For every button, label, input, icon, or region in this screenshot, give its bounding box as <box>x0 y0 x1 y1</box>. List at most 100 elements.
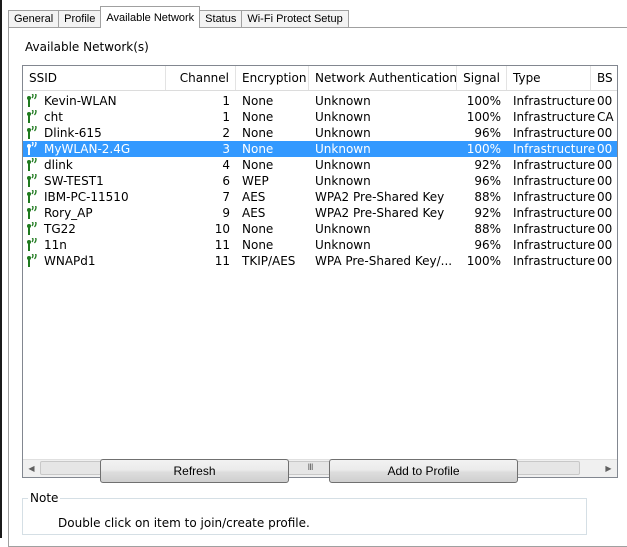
bssid-cell: 00 <box>597 94 613 108</box>
type-cell: Infrastructure <box>513 94 596 108</box>
wifi-signal-icon <box>26 236 40 252</box>
encryption-cell: TKIP/AES <box>242 254 296 268</box>
note-text: Double click on item to join/create prof… <box>58 516 310 530</box>
tab-status[interactable]: Status <box>199 10 243 28</box>
ssid-cell: Rory_AP <box>44 206 93 220</box>
note-legend: Note <box>28 491 61 505</box>
column-network-authentication[interactable]: Network Authentication <box>309 66 457 90</box>
ssid-cell: TG22 <box>44 222 76 236</box>
encryption-cell: AES <box>242 206 266 220</box>
ssid-cell: dlink <box>44 158 73 172</box>
encryption-cell: WEP <box>242 174 269 188</box>
tab-strip: General Profile Available Network Status… <box>8 6 349 28</box>
column-ssid[interactable]: SSID <box>23 66 166 90</box>
table-row[interactable]: cht 1 None Unknown 100% Infrastructure CA <box>23 108 617 125</box>
add-to-profile-button[interactable]: Add to Profile <box>329 459 518 483</box>
table-row[interactable]: TG22 10 None Unknown 88% Infrastructure 00 <box>23 220 617 237</box>
tab-panel: Available Network(s) SSID Channel Encryp… <box>8 27 627 547</box>
signal-cell: 92% <box>474 206 501 220</box>
authentication-cell: Unknown <box>315 238 371 252</box>
wifi-signal-icon <box>26 220 40 236</box>
channel-cell: 11 <box>214 254 230 268</box>
table-row[interactable]: 11n 11 None Unknown 96% Infrastructure 00 <box>23 236 617 253</box>
wifi-signal-icon <box>26 156 40 172</box>
signal-cell: 92% <box>474 158 501 172</box>
wifi-signal-icon <box>26 252 40 268</box>
bssid-cell: 00 <box>597 190 613 204</box>
bssid-cell: 00 <box>597 142 613 156</box>
signal-cell: 100% <box>466 110 501 124</box>
authentication-cell: Unknown <box>315 222 371 236</box>
type-cell: Infrastructure <box>513 174 596 188</box>
tab-profile[interactable]: Profile <box>58 10 102 28</box>
encryption-cell: AES <box>242 190 266 204</box>
bssid-cell: 00 <box>597 206 613 220</box>
encryption-cell: None <box>242 126 274 140</box>
ssid-cell: IBM-PC-11510 <box>44 190 129 204</box>
table-row[interactable]: IBM-PC-11510 7 AES WPA2 Pre-Shared Key 88% In… <box>23 188 617 205</box>
type-cell: Infrastructure <box>513 222 596 236</box>
network-list[interactable]: SSID Channel Encryption Network Authenti… <box>22 65 618 478</box>
authentication-cell: Unknown <box>315 126 371 140</box>
encryption-cell: None <box>242 110 274 124</box>
scroll-right-arrow-icon[interactable]: ▶ <box>600 460 617 477</box>
encryption-cell: None <box>242 142 274 156</box>
table-row[interactable]: MyWLAN-2.4G 3 None Unknown 100% Infrastructur… <box>23 140 617 157</box>
authentication-cell: Unknown <box>315 110 371 124</box>
encryption-cell: None <box>242 94 274 108</box>
type-cell: Infrastructure <box>513 206 596 220</box>
tab-general[interactable]: General <box>8 10 60 28</box>
signal-cell: 96% <box>474 238 501 252</box>
bssid-cell: CA <box>597 110 614 124</box>
channel-cell: 3 <box>222 142 230 156</box>
channel-cell: 10 <box>214 222 230 236</box>
type-cell: Infrastructure <box>513 126 596 140</box>
tab-wifi-protect-setup[interactable]: Wi-Fi Protect Setup <box>241 10 349 28</box>
bssid-cell: 00 <box>597 126 613 140</box>
channel-cell: 9 <box>222 206 230 220</box>
ssid-cell: cht <box>44 110 63 124</box>
wifi-signal-icon <box>26 188 40 204</box>
wifi-signal-icon <box>26 204 40 220</box>
channel-cell: 4 <box>222 158 230 172</box>
type-cell: Infrastructure <box>513 254 596 268</box>
authentication-cell: Unknown <box>315 158 371 172</box>
refresh-button[interactable]: Refresh <box>100 459 289 483</box>
signal-cell: 88% <box>474 222 501 236</box>
ssid-cell: SW-TEST1 <box>44 174 104 188</box>
authentication-cell: Unknown <box>315 174 371 188</box>
authentication-cell: WPA Pre-Shared Key/... <box>315 254 453 268</box>
ssid-cell: WNAPd1 <box>44 254 96 268</box>
table-row[interactable]: SW-TEST1 6 WEP Unknown 96% Infrastructure 00 <box>23 172 617 189</box>
column-bssid[interactable]: BS <box>591 66 617 90</box>
column-encryption[interactable]: Encryption <box>236 66 309 90</box>
ssid-cell: MyWLAN-2.4G <box>44 142 131 156</box>
type-cell: Infrastructure <box>513 110 596 124</box>
channel-cell: 1 <box>222 110 230 124</box>
bssid-cell: 00 <box>597 254 613 268</box>
column-channel[interactable]: Channel <box>166 66 236 90</box>
column-type[interactable]: Type <box>507 66 591 90</box>
bssid-cell: 00 <box>597 238 613 252</box>
table-row[interactable]: WNAPd1 11 TKIP/AES WPA Pre-Shared Key/... 10… <box>23 252 617 269</box>
wifi-signal-icon <box>26 124 40 140</box>
table-row[interactable]: Dlink-615 2 None Unknown 96% Infrastructure 00 <box>23 124 617 141</box>
wifi-signal-icon <box>26 140 40 156</box>
type-cell: Infrastructure <box>513 238 596 252</box>
tab-available-network[interactable]: Available Network <box>100 6 201 28</box>
scroll-left-arrow-icon[interactable]: ◀ <box>23 460 40 477</box>
signal-cell: 100% <box>466 94 501 108</box>
type-cell: Infrastructure <box>513 158 596 172</box>
authentication-cell: WPA2 Pre-Shared Key <box>315 206 445 220</box>
type-cell: Infrastructure <box>513 142 596 156</box>
table-row[interactable]: Rory_AP 9 AES WPA2 Pre-Shared Key 92% Infrast… <box>23 204 617 221</box>
list-header: SSID Channel Encryption Network Authenti… <box>23 66 617 91</box>
authentication-cell: WPA2 Pre-Shared Key <box>315 190 445 204</box>
table-row[interactable]: Kevin-WLAN 1 None Unknown 100% Infrastructure… <box>23 92 617 109</box>
ssid-cell: 11n <box>44 238 67 252</box>
table-row[interactable]: dlink 4 None Unknown 92% Infrastructure 00 <box>23 156 617 173</box>
utility-window: General Profile Available Network Status… <box>0 0 627 547</box>
channel-cell: 6 <box>222 174 230 188</box>
column-signal[interactable]: Signal <box>457 66 507 90</box>
channel-cell: 7 <box>222 190 230 204</box>
